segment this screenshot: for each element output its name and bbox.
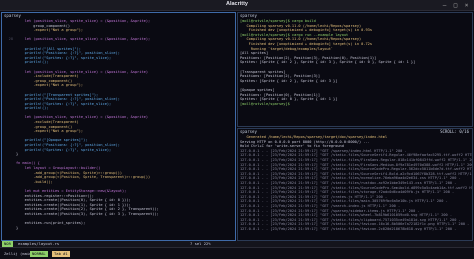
code-text: println!("Sprites: {:?}", sprite_slice);: [16, 101, 112, 106]
code-text: let (position_slice, sprite_slice) = (&p…: [16, 19, 151, 23]
code-text: let (position_slice, sprite_slice) = (&p…: [16, 115, 148, 120]
terminal-text: 127.0.0.1 - - [23/Feb/2024 21:59:17] "GE…: [240, 203, 401, 208]
terminal-text: 127.0.0.1 - - [23/Feb/2024 21:59:17] "GE…: [240, 185, 472, 190]
terminal-text: Compiling sparsey v0.11.0 (/home/lechi/R…: [240, 23, 362, 28]
code-text: group_component(): [16, 23, 71, 28]
code-line: }: [2, 226, 235, 231]
code-text: let (position_slice, sprite_slice) = (&p…: [16, 37, 151, 42]
terminal-text: Positions: [Position(2), Position(3)]: [240, 74, 321, 79]
terminal-text: Sprites: [Sprite { id: 2 }, Sprite { id:…: [240, 78, 338, 83]
editor-pane-label: sparsey: [4, 13, 21, 18]
code-text: .group_component(): [16, 78, 73, 83]
terminal-text: 127.0.0.1 - - [23/Feb/2024 21:59:17] "GE…: [240, 194, 388, 199]
code-text: entities.create((Position(0), Sprite { i…: [16, 198, 131, 203]
terminal-text: Finished dev [unoptimized + debuginfo] t…: [240, 41, 372, 46]
close-icon[interactable]: ×: [463, 2, 470, 9]
terminal-text: [Opaque sprites]: [240, 87, 275, 92]
code-text: entities.create((Position(2), Sprite { i…: [16, 207, 159, 212]
code-text: println!("[Transparent sprites]");: [16, 92, 99, 97]
terminal-text: [moll@rotvile/sparsey]$ cargo run --exam…: [240, 32, 349, 37]
code-text: let mut entities = EntityStorage::new(&l…: [16, 188, 127, 193]
terminal-text: 127.0.0.1 - - [23/Feb/2024 21:59:17] "GE…: [240, 213, 453, 218]
code-text: println!("[All sprites]");: [16, 46, 81, 51]
terminal-text: [All sprites]: [240, 51, 269, 56]
terminal-text: [moll@rotvile/sparsey]$: [240, 101, 292, 106]
code-text: println!("Positions: {:?}", position_sli…: [16, 51, 120, 56]
code-text: println!("Sprites: {:?}", sprite_slice);: [16, 147, 112, 152]
terminal-bottom-output[interactable]: Generated /home/lechi/Repos/sparsey/targ…: [240, 135, 472, 231]
code-text: .group_component(): [16, 124, 73, 129]
terminal-top-output[interactable]: [moll@rotvile/sparsey]$ cargo build Comp…: [240, 19, 472, 106]
terminal-pane-bottom[interactable]: sparsey SCROLL: 0/16 Generated /home/lec…: [237, 128, 473, 241]
code-text: println!();: [16, 60, 49, 65]
terminal-text: 127.0.0.1 - - [23/Feb/2024 21:59:17] "GE…: [240, 199, 448, 204]
minimize-icon[interactable]: –: [441, 2, 448, 9]
code-text: let layout = GroupLayout::builder(): [16, 166, 101, 170]
terminal-text: Generated /home/lechi/Repos/sparsey/targ…: [240, 135, 388, 139]
code-text: println!("[Opaque sprites]");: [16, 138, 88, 143]
tab-1[interactable]: Tab #1: [52, 251, 70, 257]
code-text: .exclude(Transparent): [16, 120, 79, 125]
code-text: entities.run(print_sprites);: [16, 221, 86, 226]
terminal-text: Serving HTTP on 0.0.0.0 port 8000 (http:…: [240, 139, 370, 144]
terminal-text: 127.0.0.1 - - [23/Feb/2024 21:59:17] "GE…: [240, 217, 461, 222]
code-text: }: [16, 225, 19, 230]
terminal-text: [moll@rotvile/sparsey]$ cargo build: [240, 19, 316, 23]
code-text: .add_group(<(Position, Sprite)>::group()…: [16, 170, 123, 175]
terminal-text: 127.0.0.1 - - [23/Feb/2024 21:59:17] "GE…: [240, 226, 457, 231]
code-text: println!();: [16, 106, 49, 111]
code-text: .build();: [16, 179, 53, 184]
terminal-text: Positions: [Position(0), Position(1)]: [240, 92, 321, 97]
multiplexer-statusbar: Zellij (main) NORMAL Tab #1: [0, 247, 474, 259]
terminal-text: 127.0.0.1 - - [23/Feb/2024 21:59:17] "GE…: [240, 208, 420, 213]
terminal-text: 127.0.0.1 - - [23/Feb/2024 21:59:17] "GE…: [240, 176, 461, 181]
code-text: let (position_slice, sprite_slice) = (&p…: [16, 69, 148, 74]
terminal-text: 127.0.0.1 - - [23/Feb/2024 21:59:17] "GE…: [240, 157, 472, 162]
terminal-line: 127.0.0.1 - - [23/Feb/2024 21:59:17] "GE…: [240, 227, 472, 232]
terminal-text: Positions: [Position(2), Position(3), Po…: [240, 55, 377, 60]
terminal-text: Finished dev [unoptimized + debuginfo] t…: [240, 28, 372, 33]
code-text: entities.register::<Position>();: [16, 193, 94, 198]
terminal-top-label: sparsey: [240, 13, 257, 18]
code-text: println!("Positions: {:?}", position_sli…: [16, 143, 120, 148]
terminal-text: 127.0.0.1 - - [23/Feb/2024 21:59:17] "GE…: [240, 148, 407, 153]
code-text: println!("Positions: {:?}", position_sli…: [16, 97, 120, 102]
code-text: fn main() {: [16, 161, 40, 166]
terminal-text: 127.0.0.1 - - [23/Feb/2024 21:59:17] "GE…: [240, 153, 472, 158]
terminal-text: [Transparent sprites]: [240, 69, 286, 74]
terminal-text: 127.0.0.1 - - [23/Feb/2024 21:59:17] "GE…: [240, 222, 470, 227]
code-text: println!("Sprites: {:?}", sprite_slice);: [16, 55, 112, 60]
code-text: entities.create((Position(3), Sprite { i…: [16, 211, 159, 216]
terminal-text: 127.0.0.1 - - [23/Feb/2024 21:59:17] "GE…: [240, 171, 472, 176]
code-text: }: [16, 152, 19, 157]
title-bar: Alacritty – □ ×: [0, 0, 474, 11]
editor-pane[interactable]: sparsey let (position_slice, sprite_slic…: [1, 12, 236, 241]
terminal-text: Running `target/debug/examples/layout`: [240, 46, 334, 51]
maximize-icon[interactable]: □: [452, 2, 459, 9]
terminal-text: Sprites: [Sprite { id: 0 }, Sprite { id:…: [240, 97, 338, 102]
terminal-bottom-label: sparsey: [240, 129, 257, 134]
code-text: .include(Transparent): [16, 74, 79, 79]
terminal-text: Hold Ctrl+C for 'write-server' to fix fo…: [240, 144, 344, 149]
code-text: .expect("Not a group");: [16, 83, 84, 88]
editor-code[interactable]: let (position_slice, sprite_slice) = (&p…: [2, 19, 235, 230]
terminal-text: Compiling sparsey v0.11.0 (/home/lechi/R…: [240, 37, 362, 42]
mode-badge[interactable]: NORMAL: [30, 251, 48, 257]
terminal-pane-top[interactable]: sparsey [moll@rotvile/sparsey]$ cargo bu…: [237, 12, 473, 127]
terminal-text: Sprites: [Sprite { id: 2 }, Sprite { id:…: [240, 60, 416, 65]
terminal-text: 127.0.0.1 - - [23/Feb/2024 21:59:17] "GE…: [240, 180, 457, 185]
code-text: .expect("Not a group");: [16, 129, 84, 134]
terminal-text: 127.0.0.1 - - [23/Feb/2024 21:59:17] "GE…: [240, 162, 472, 167]
window-title: Alacritty: [225, 1, 248, 7]
terminal-text: 127.0.0.1 - - [23/Feb/2024 21:59:17] "GE…: [240, 167, 472, 172]
code-text: .expect("Not a group");: [16, 28, 84, 33]
code-text: entities.create((Position(1), Sprite { i…: [16, 202, 131, 207]
terminal-text: 127.0.0.1 - - [23/Feb/2024 21:59:17] "GE…: [240, 190, 455, 195]
code-text: .add_group(<(Position, Sprite, Transpare…: [16, 175, 151, 180]
terminal-line: [moll@rotvile/sparsey]$: [240, 102, 472, 107]
window-controls: – □ ×: [441, 2, 470, 9]
scroll-indicator: SCROLL: 0/16: [440, 129, 469, 134]
